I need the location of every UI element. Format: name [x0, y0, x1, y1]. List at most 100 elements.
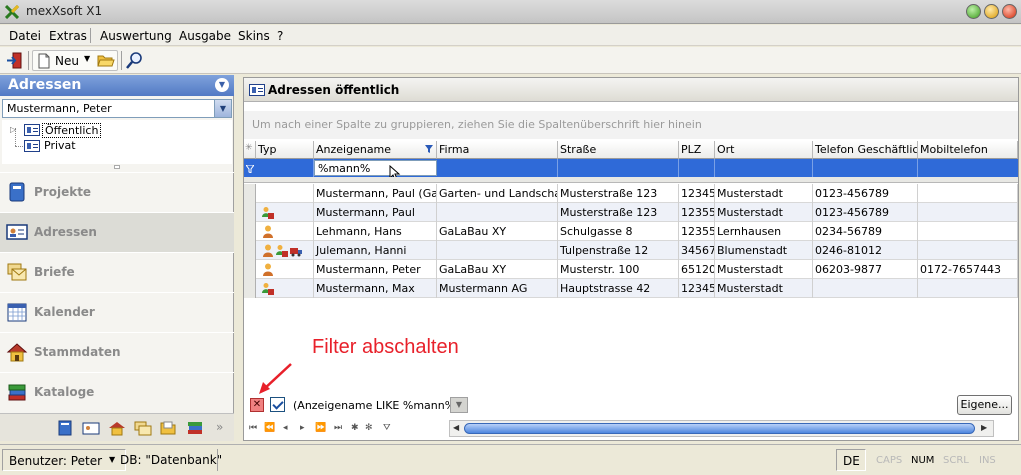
filter-cell[interactable] [558, 159, 679, 177]
next-page-icon[interactable]: ⏩ [315, 423, 326, 433]
column-header-telefon[interactable]: Telefon Geschäftlich [813, 141, 918, 159]
cell-plz: 34567 [679, 241, 715, 260]
collapse-icon[interactable]: ▼ [215, 78, 229, 92]
table-row[interactable]: Lehmann, Hans GaLaBau XY Schulgasse 8 12355… [244, 222, 1018, 241]
menu-ausgabe[interactable]: Ausgabe [179, 29, 231, 43]
search-icon [126, 52, 142, 69]
tree-item-oeffentlich[interactable]: ▷ Öffentlich [2, 122, 232, 138]
table-row[interactable]: Mustermann, Paul Musterstraße 123 12355 Mus… [244, 203, 1018, 222]
status-caps: CAPS [876, 455, 903, 466]
menu-skins[interactable]: Skins [238, 29, 270, 43]
row-selector[interactable] [244, 260, 256, 279]
row-selector[interactable] [244, 184, 256, 203]
nav-item-projekte[interactable]: Projekte [0, 172, 234, 212]
last-record-icon[interactable]: ⏭ [334, 423, 342, 433]
nav-item-stammdaten[interactable]: Stammdaten [0, 332, 234, 372]
insert-record-icon[interactable]: ✱ [351, 423, 359, 433]
first-record-icon[interactable]: ⏮ [249, 423, 257, 433]
tree-item-privat[interactable]: Privat [2, 138, 232, 154]
new-button[interactable]: Neu ▼ [32, 50, 118, 71]
table-row[interactable]: Mustermann, Paul (Gartenbau)Garten- und … [244, 184, 1018, 203]
cell-typ [256, 260, 314, 279]
projekte-icon[interactable] [56, 420, 74, 436]
status-bar: Benutzer: Peter ▼ DB: "Datenbank" DE CAP… [0, 444, 1021, 475]
menu-auswertung[interactable]: Auswertung [100, 29, 172, 43]
column-header-typ[interactable]: Typ [256, 141, 314, 159]
nav-item-kataloge[interactable]: Kataloge [0, 372, 234, 412]
filter-cell[interactable] [918, 159, 1018, 177]
exit-button[interactable] [4, 50, 25, 71]
contact-select[interactable]: Mustermann, Peter ▼ [2, 99, 232, 118]
open-folder-icon[interactable] [97, 53, 115, 68]
filter-funnel-icon[interactable]: ⛛ [383, 423, 391, 433]
column-header-ort[interactable]: Ort [715, 141, 813, 159]
kataloge-icon[interactable] [186, 420, 204, 436]
column-header-strasse[interactable]: Straße [558, 141, 679, 159]
expand-icon[interactable]: ▷ [10, 125, 16, 134]
filter-active-checkbox[interactable] [270, 397, 285, 412]
horizontal-scrollbar[interactable]: ◀ ▶ [449, 420, 994, 437]
filter-funnel-icon[interactable] [425, 145, 433, 153]
open-folder-icon[interactable] [160, 420, 178, 436]
cell-name: Mustermann, Max [314, 279, 437, 298]
row-selector[interactable] [244, 222, 256, 241]
filter-input-anzeigename[interactable]: %mann% [314, 160, 437, 176]
minimize-button[interactable] [966, 4, 981, 19]
column-header-anzeigename[interactable]: Anzeigename [314, 141, 437, 159]
status-user[interactable]: Benutzer: Peter ▼ [2, 449, 126, 471]
addresses-panel: Adressen öffentlich Um nach einer Spalte… [243, 77, 1019, 441]
splitter-handle[interactable] [114, 165, 120, 169]
scroll-left-icon[interactable]: ◀ [453, 423, 459, 432]
search-button[interactable] [124, 50, 145, 71]
chevron-down-icon[interactable]: ▼ [214, 100, 231, 117]
row-selector[interactable] [244, 203, 256, 222]
adressen-icon[interactable] [82, 420, 100, 436]
person-icon [262, 263, 274, 276]
menu-datei[interactable]: Datei [9, 29, 41, 43]
scroll-right-icon[interactable]: ▶ [981, 423, 987, 432]
address-card-icon [24, 140, 40, 152]
previous-page-icon[interactable]: ⏪ [264, 423, 275, 433]
nav-label: Adressen [34, 225, 97, 239]
scrollbar-thumb[interactable] [464, 423, 975, 434]
table-row[interactable]: Mustermann, Max Mustermann AG Hauptstrasse… [244, 279, 1018, 298]
table-row[interactable]: Mustermann, Peter GaLaBau XY Musterstr. 10… [244, 260, 1018, 279]
filter-cell[interactable] [679, 159, 715, 177]
filter-cell[interactable] [256, 159, 314, 177]
previous-record-icon[interactable]: ◂ [283, 423, 288, 433]
nav-item-briefe[interactable]: Briefe [0, 252, 234, 292]
filter-cell[interactable] [813, 159, 918, 177]
toolbar: Neu ▼ [0, 47, 1021, 74]
next-record-icon[interactable]: ▸ [300, 423, 305, 433]
nav-item-kalender[interactable]: Kalender [0, 292, 234, 332]
clear-filter-button[interactable]: ✕ [250, 398, 264, 412]
column-header-firma[interactable]: Firma [437, 141, 558, 159]
row-selector[interactable] [244, 279, 256, 298]
cell-mobil [918, 203, 1018, 222]
filter-cell[interactable] [437, 159, 558, 177]
column-chooser-icon[interactable]: ✳ [244, 141, 256, 159]
menu-extras[interactable]: Extras [49, 29, 87, 43]
row-selector[interactable] [244, 241, 256, 260]
status-language: DE [836, 449, 866, 471]
menu-help[interactable]: ? [277, 29, 283, 43]
address-card-icon [249, 84, 265, 96]
column-header-mobiltelefon[interactable]: Mobiltelefon [918, 141, 1018, 159]
column-header-plz[interactable]: PLZ [679, 141, 715, 159]
cell-tel: 0234-56789 [813, 222, 918, 241]
briefe-icon[interactable] [134, 420, 152, 436]
custom-filter-button[interactable]: Eigene... [957, 395, 1012, 415]
group-by-area[interactable]: Um nach einer Spalte zu gruppieren, zieh… [244, 111, 1018, 139]
maximize-button[interactable] [984, 4, 999, 19]
filter-funnel-icon [246, 165, 254, 173]
cell-ort: Musterstadt [715, 203, 813, 222]
nav-item-adressen[interactable]: Adressen [0, 212, 234, 252]
more-options-icon[interactable]: » [216, 420, 223, 434]
close-button[interactable] [1002, 4, 1017, 19]
table-row[interactable]: Julemann, Hanni Tulpenstraße 12 34567 Blume… [244, 241, 1018, 260]
filter-history-dropdown[interactable]: ▼ [450, 397, 468, 413]
append-record-icon[interactable]: ✻ [365, 423, 373, 433]
status-database: DB: "Datenbank" [120, 453, 223, 467]
filter-cell[interactable] [715, 159, 813, 177]
stammdaten-icon[interactable] [108, 420, 126, 436]
